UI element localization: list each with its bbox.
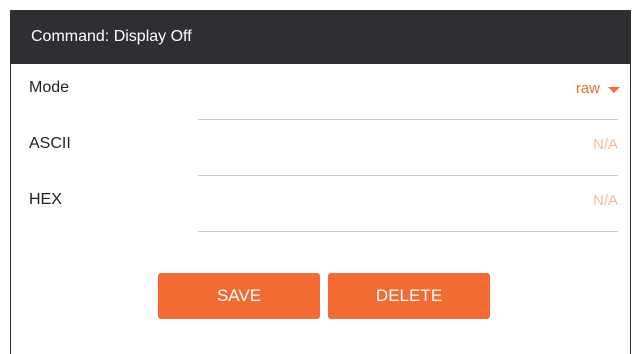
hex-field[interactable]: N/A: [593, 192, 618, 209]
ascii-row: ASCII N/A: [11, 120, 630, 176]
chevron-down-icon: [608, 86, 620, 93]
mode-select-value: raw: [575, 80, 600, 97]
delete-button[interactable]: DELETE: [328, 273, 490, 319]
hex-row: HEX N/A: [11, 176, 630, 232]
command-dialog: Command: Display Off Mode raw ASCII N/A …: [10, 10, 631, 354]
mode-select[interactable]: raw: [576, 80, 620, 97]
ascii-field[interactable]: N/A: [593, 136, 618, 153]
mode-label: Mode: [29, 79, 70, 96]
dialog-title: Command: Display Off: [11, 10, 630, 64]
ascii-label: ASCII: [29, 135, 71, 152]
hex-label: HEX: [29, 191, 62, 208]
save-button[interactable]: SAVE: [158, 273, 320, 319]
mode-row: Mode raw: [11, 64, 630, 120]
hex-underline: [198, 231, 618, 232]
